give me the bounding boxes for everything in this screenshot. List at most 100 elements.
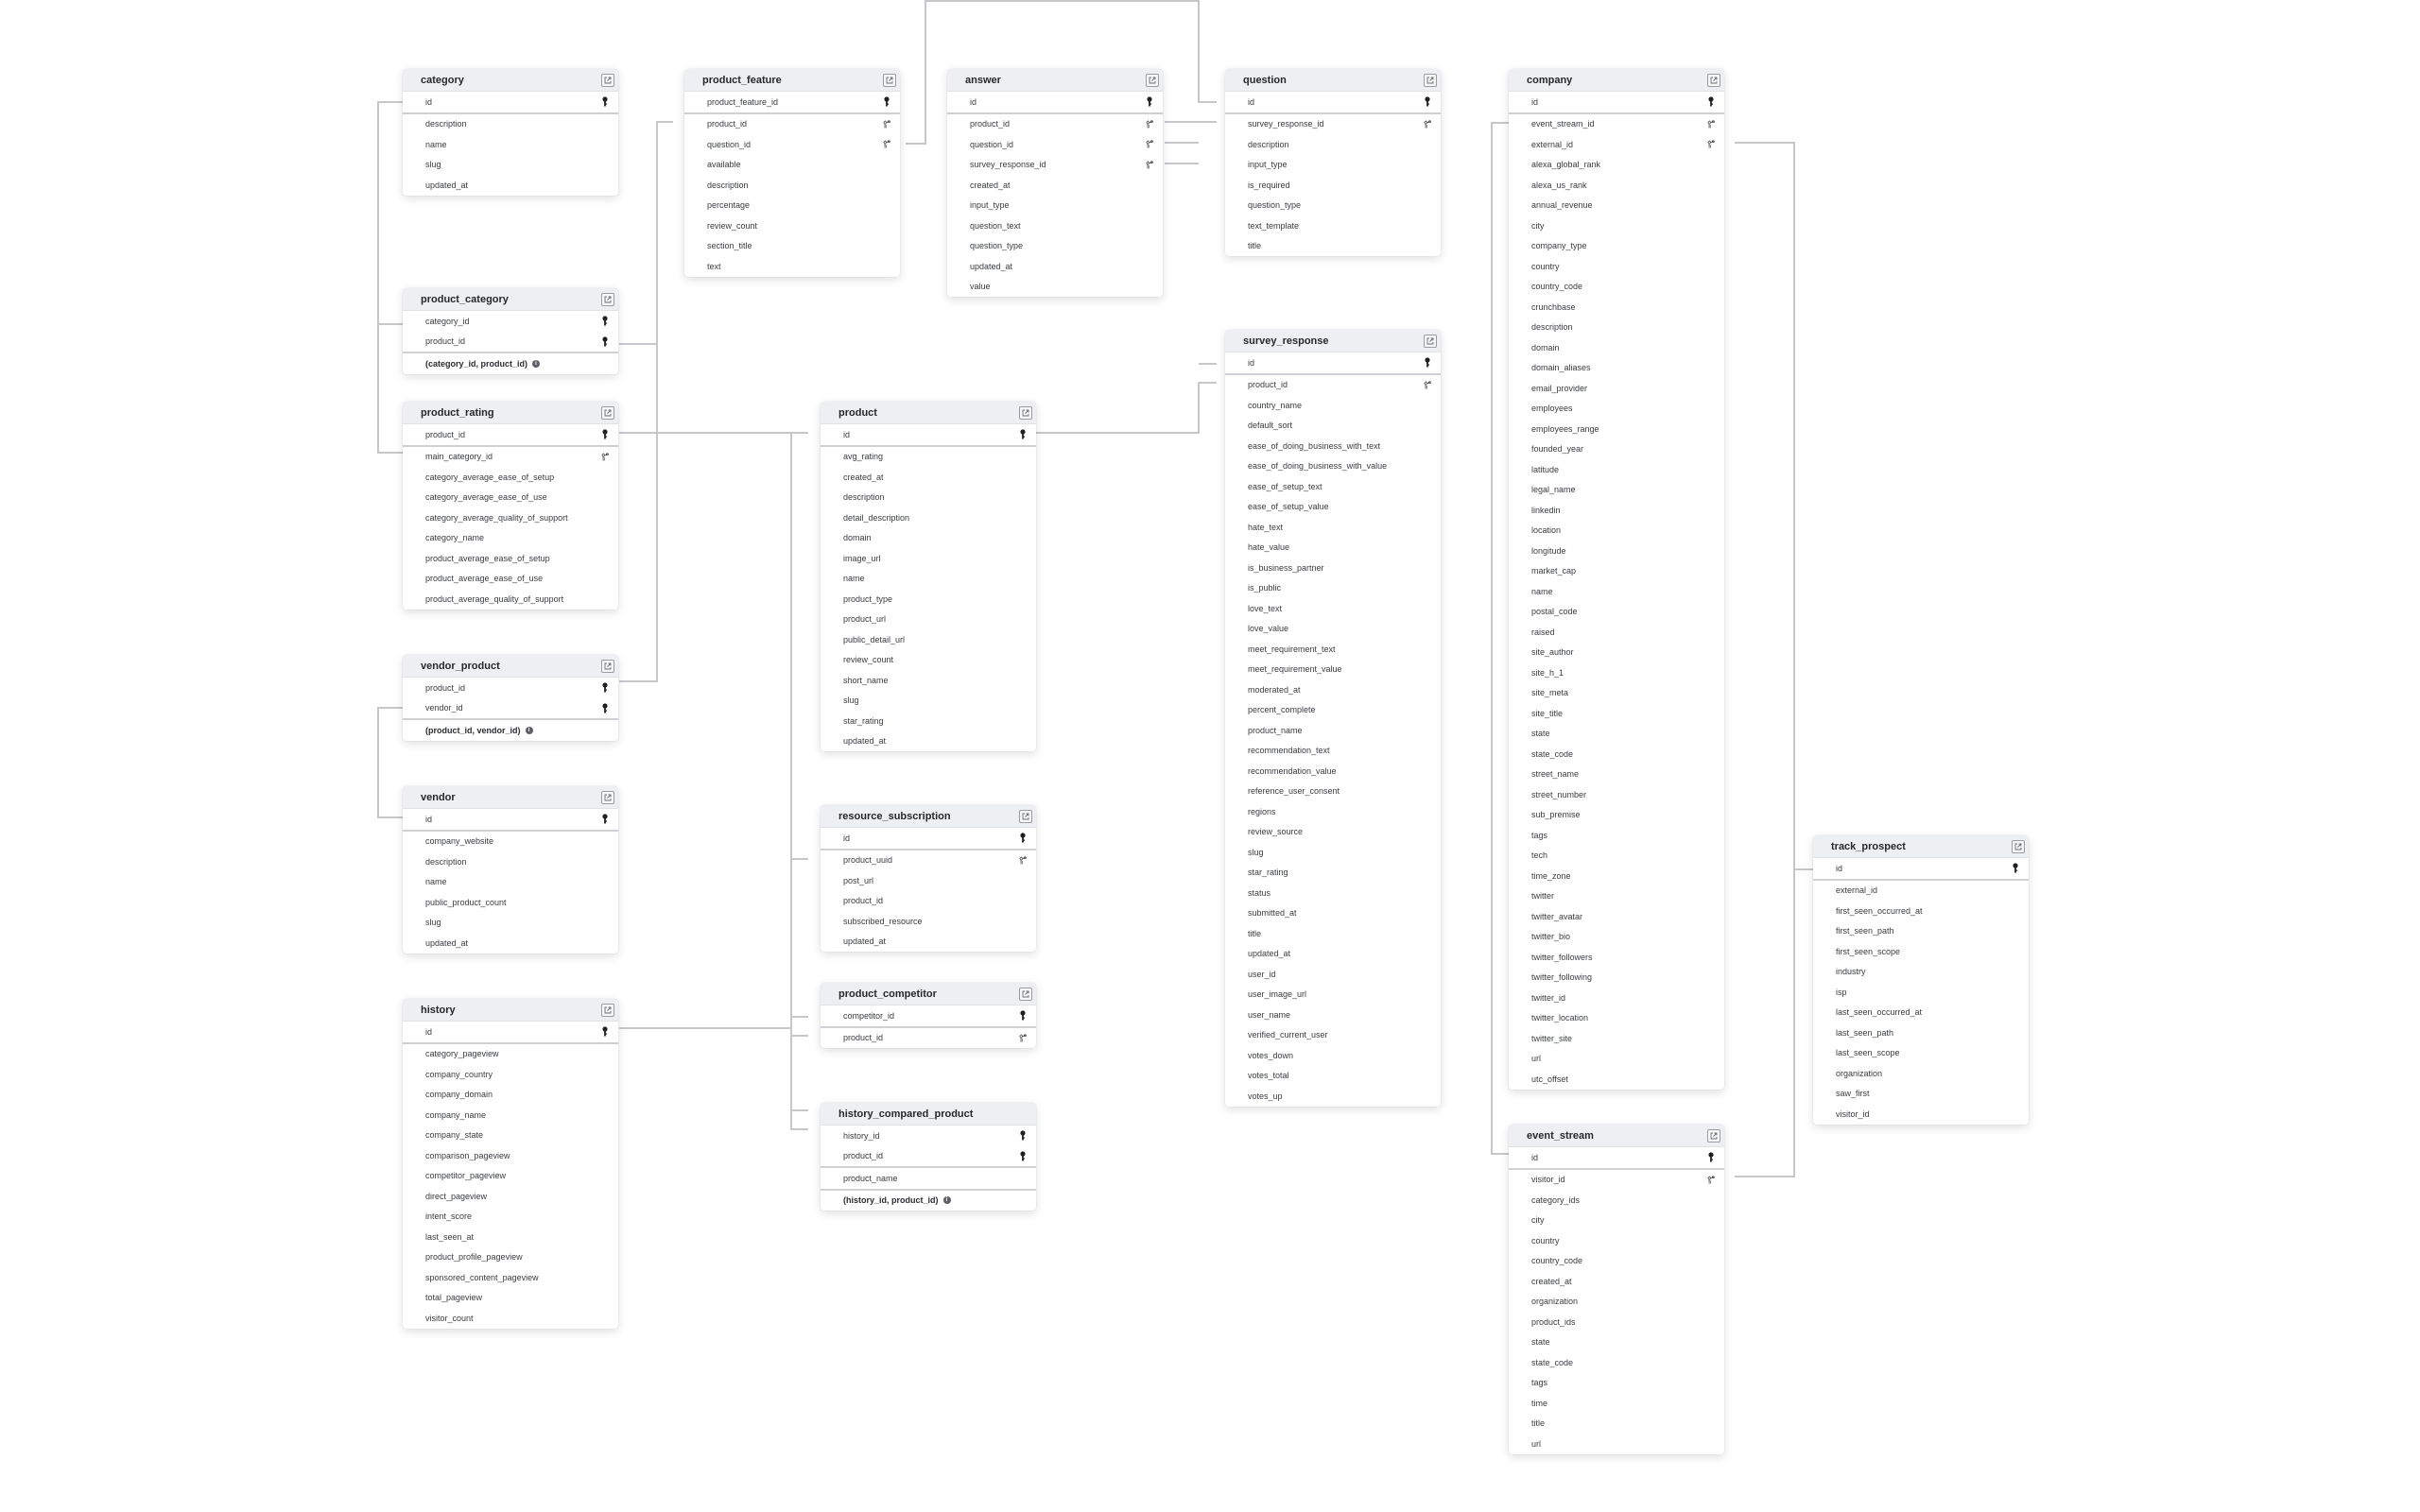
table-survey-response[interactable]: survey_response id product_id country_name… <box>1225 330 1441 1107</box>
column-row[interactable]: id <box>1509 1147 1724 1170</box>
column-row[interactable]: name <box>403 134 618 155</box>
table-header[interactable]: product_competitor <box>821 983 1036 1005</box>
column-row[interactable]: domain_aliases <box>1509 358 1724 379</box>
open-table-button[interactable] <box>601 73 614 87</box>
column-row[interactable]: product_id <box>403 332 618 352</box>
column-row[interactable]: state <box>1509 724 1724 745</box>
column-row[interactable]: site_title <box>1509 703 1724 724</box>
column-row[interactable]: hate_value <box>1225 538 1441 558</box>
table-product-rating[interactable]: product_rating product_id main_category_i… <box>403 402 618 610</box>
column-row[interactable]: category_pageview <box>403 1044 618 1065</box>
column-row[interactable]: city <box>1509 1211 1724 1231</box>
column-row[interactable]: sponsored_content_pageview <box>403 1267 618 1288</box>
column-row[interactable]: product_id <box>403 424 618 447</box>
column-row[interactable]: product_id <box>821 1146 1036 1168</box>
open-table-button[interactable] <box>1146 73 1159 87</box>
column-row[interactable]: twitter_bio <box>1509 927 1724 948</box>
column-row[interactable]: meet_requirement_value <box>1225 660 1441 680</box>
column-row[interactable]: saw_first <box>1813 1084 2029 1105</box>
column-row[interactable]: isp <box>1813 982 2029 1003</box>
column-row[interactable]: input_type <box>947 196 1163 216</box>
column-row[interactable]: subscribed_resource <box>821 911 1036 932</box>
column-row[interactable]: available <box>684 155 900 176</box>
table-header[interactable]: event_stream <box>1509 1125 1724 1147</box>
column-row[interactable]: product_id <box>403 678 618 698</box>
column-row[interactable]: title <box>1225 923 1441 944</box>
column-row[interactable]: annual_revenue <box>1509 196 1724 216</box>
column-row[interactable]: comparison_pageview <box>403 1145 618 1166</box>
table-header[interactable]: question <box>1225 69 1441 92</box>
open-table-button[interactable] <box>601 1003 614 1017</box>
column-row[interactable]: question_id <box>684 134 900 155</box>
column-row[interactable]: utc_offset <box>1509 1069 1724 1090</box>
column-row[interactable]: id <box>403 809 618 832</box>
column-row[interactable]: country_code <box>1509 1251 1724 1272</box>
column-row[interactable]: alexa_us_rank <box>1509 175 1724 196</box>
column-row[interactable]: id <box>1509 92 1724 114</box>
column-row[interactable]: id <box>1813 858 2029 881</box>
column-row[interactable]: site_h_1 <box>1509 662 1724 683</box>
column-row[interactable]: slug <box>821 691 1036 712</box>
column-row[interactable]: site_meta <box>1509 683 1724 704</box>
column-row[interactable]: status <box>1225 883 1441 903</box>
column-row[interactable]: longitude <box>1509 541 1724 561</box>
column-row[interactable]: competitor_id <box>821 1005 1036 1028</box>
column-row[interactable]: url <box>1509 1434 1724 1454</box>
column-row[interactable]: sub_premise <box>1509 805 1724 826</box>
table-header[interactable]: product_rating <box>403 402 618 424</box>
column-row[interactable]: employees <box>1509 399 1724 420</box>
column-row[interactable]: hate_text <box>1225 517 1441 538</box>
column-row[interactable]: description <box>403 851 618 872</box>
column-row[interactable]: category_ids <box>1509 1190 1724 1211</box>
column-row[interactable]: votes_total <box>1225 1066 1441 1087</box>
column-row[interactable]: votes_down <box>1225 1045 1441 1066</box>
column-row[interactable]: country_code <box>1509 277 1724 298</box>
column-row[interactable]: product_name <box>821 1168 1036 1189</box>
info-icon[interactable]: i <box>532 359 541 368</box>
composite-index-row[interactable]: (category_id, product_id) i <box>403 352 618 374</box>
column-row[interactable]: description <box>684 175 900 196</box>
column-row[interactable]: alexa_global_rank <box>1509 155 1724 176</box>
table-product-competitor[interactable]: product_competitor competitor_id product_… <box>821 983 1036 1048</box>
column-row[interactable]: market_cap <box>1509 561 1724 582</box>
table-category[interactable]: category id description name slug updated_at <box>403 69 618 196</box>
column-row[interactable]: product_average_ease_of_setup <box>403 548 618 569</box>
column-row[interactable]: title <box>1509 1414 1724 1435</box>
table-header[interactable]: track_prospect <box>1813 835 2029 858</box>
table-header[interactable]: category <box>403 69 618 92</box>
column-row[interactable]: recommendation_text <box>1225 741 1441 762</box>
column-row[interactable]: company_name <box>403 1105 618 1125</box>
column-row[interactable]: crunchbase <box>1509 297 1724 318</box>
table-header[interactable]: vendor_product <box>403 655 618 678</box>
open-table-button[interactable] <box>1019 809 1032 823</box>
column-row[interactable]: product_profile_pageview <box>403 1247 618 1268</box>
column-row[interactable]: slug <box>1225 842 1441 863</box>
column-row[interactable]: category_average_ease_of_use <box>403 488 618 508</box>
column-row[interactable]: id <box>821 828 1036 850</box>
column-row[interactable]: percent_complete <box>1225 700 1441 721</box>
column-row[interactable]: product_url <box>821 610 1036 630</box>
table-product[interactable]: product id avg_rating created_at descriptio… <box>821 402 1036 751</box>
table-header[interactable]: survey_response <box>1225 330 1441 352</box>
column-row[interactable]: survey_response_id <box>1225 114 1441 135</box>
column-row[interactable]: visitor_id <box>1509 1170 1724 1191</box>
column-row[interactable]: location <box>1509 521 1724 541</box>
column-row[interactable]: short_name <box>821 670 1036 691</box>
open-table-button[interactable] <box>1424 334 1437 348</box>
column-row[interactable]: is_public <box>1225 578 1441 599</box>
column-row[interactable]: product_average_ease_of_use <box>403 569 618 590</box>
column-row[interactable]: product_id <box>684 114 900 135</box>
column-row[interactable]: country <box>1509 1230 1724 1251</box>
table-header[interactable]: history_compared_product <box>821 1103 1036 1125</box>
column-row[interactable]: product_name <box>1225 720 1441 741</box>
column-row[interactable]: twitter <box>1509 886 1724 907</box>
column-row[interactable]: tech <box>1509 846 1724 867</box>
info-icon[interactable]: i <box>525 726 533 734</box>
column-row[interactable]: review_source <box>1225 822 1441 843</box>
table-history-compared-product[interactable]: history_compared_product history_id produ… <box>821 1103 1036 1211</box>
composite-index-row[interactable]: (product_id, vendor_id) i <box>403 718 618 741</box>
column-row[interactable]: id <box>1225 92 1441 114</box>
column-row[interactable]: detail_description <box>821 507 1036 528</box>
column-row[interactable]: ease_of_setup_text <box>1225 476 1441 497</box>
column-row[interactable]: main_category_id <box>403 447 618 468</box>
